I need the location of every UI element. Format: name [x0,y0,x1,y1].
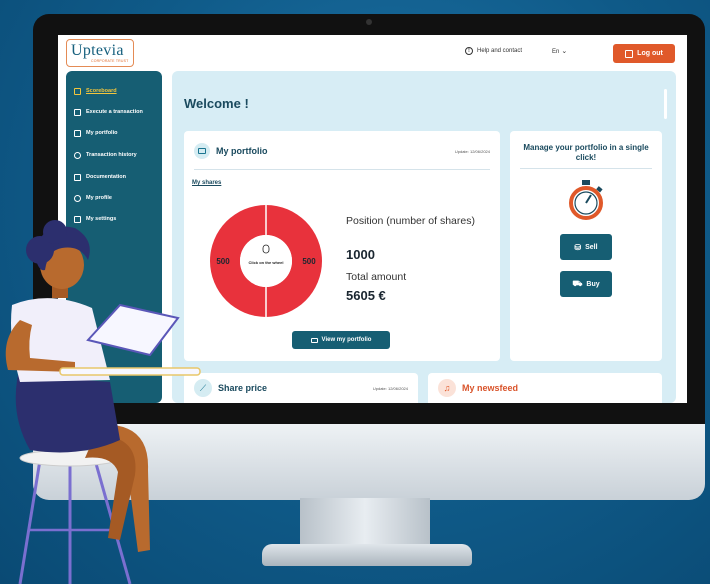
share-price-card: ⟋ Share price Update: 12/06/2024 [184,373,418,403]
sidebar-item-label: My profile [86,195,112,201]
scoreboard-icon [74,87,81,95]
documentation-icon [74,173,81,181]
sidebar-item-label: Transaction history [86,152,137,158]
total-amount-label: Total amount [346,271,407,283]
newsfeed-card: ♫ My newsfeed [428,373,662,403]
view-portfolio-label: View my portfolio [321,337,372,343]
logout-icon [625,49,634,58]
shares-donut-chart[interactable]: Click on the wheel 500 500 [206,201,326,321]
total-amount-value: 5605 € [346,288,386,303]
logo-subtext: CORPORATE TRUST [91,59,129,63]
donut-right-label: 500 [302,257,316,266]
sidebar-item-label: Scoreboard [86,88,117,94]
position-label: Position (number of shares) [346,215,475,227]
donut-center-text: Click on the wheel [249,260,284,265]
monitor-stand [300,498,430,546]
sidebar-item-label: Documentation [86,174,127,180]
help-label: Help and contact [477,48,523,54]
cart-icon: ⛟ [572,279,583,288]
main-panel: Welcome ! My portfolio Update: 12/06/202… [172,71,676,403]
language-select[interactable]: En ⌄ [552,47,567,55]
wallet-icon [194,143,210,159]
sidebar-item-execute-transaction[interactable]: Execute a transaction [74,106,143,118]
sidebar-item-transaction-history[interactable]: Transaction history [74,149,137,161]
share-price-title: Share price [218,383,268,393]
donut-left-label: 500 [216,257,230,266]
buy-label: Buy [586,280,600,288]
wallet-icon [310,337,318,343]
monitor-stand-base [262,544,472,566]
position-value: 1000 [346,247,375,262]
divider [194,169,490,170]
newsfeed-title: My newsfeed [462,383,519,393]
portfolio-card: My portfolio Update: 12/06/2024 My share… [184,131,500,361]
manage-title: Manage your portfolio in a single click! [523,143,649,162]
history-icon [74,151,81,159]
camera-dot [366,19,372,25]
woman-with-laptop-illustration [5,220,201,584]
top-bar: Uptevia CORPORATE TRUST ! Help and conta… [58,35,687,69]
share-price-update: Update: 12/06/2024 [372,386,408,391]
view-portfolio-button[interactable]: View my portfolio [292,331,390,349]
portfolio-icon [74,129,81,137]
help-link[interactable]: ! Help and contact [465,47,522,55]
transaction-icon [74,108,81,116]
bell-icon: ♫ [438,379,456,397]
sidebar-item-label: Execute a transaction [86,109,143,115]
manage-card: Manage your portfolio in a single click!… [510,131,662,361]
logo[interactable]: Uptevia CORPORATE TRUST [66,39,134,67]
scrollbar[interactable] [664,89,667,119]
coins-icon: ⛁ [574,242,582,252]
chevron-down-icon: ⌄ [561,48,568,55]
portfolio-title: My portfolio [216,146,268,156]
stopwatch-icon [569,180,603,220]
sell-button[interactable]: ⛁ Sell [560,234,612,260]
logo-text: Uptevia [71,42,124,59]
logout-label: Log out [637,50,663,57]
sidebar-item-label: My portfolio [86,130,118,136]
logout-button[interactable]: Log out [613,44,675,63]
page-title: Welcome ! [184,96,249,111]
info-icon: ! [465,47,473,55]
language-value: En [552,49,560,55]
buy-button[interactable]: ⛟ Buy [560,271,612,297]
sidebar-item-documentation[interactable]: Documentation [74,171,126,183]
my-shares-tab[interactable]: My shares [192,180,221,186]
sidebar-item-scoreboard[interactable]: Scoreboard [74,85,117,97]
divider [520,168,652,169]
portfolio-update: Update: 12/06/2024 [454,149,490,154]
sell-label: Sell [585,243,598,251]
sidebar-item-portfolio[interactable]: My portfolio [74,127,117,139]
profile-icon [74,194,81,202]
sidebar-item-profile[interactable]: My profile [74,192,112,204]
